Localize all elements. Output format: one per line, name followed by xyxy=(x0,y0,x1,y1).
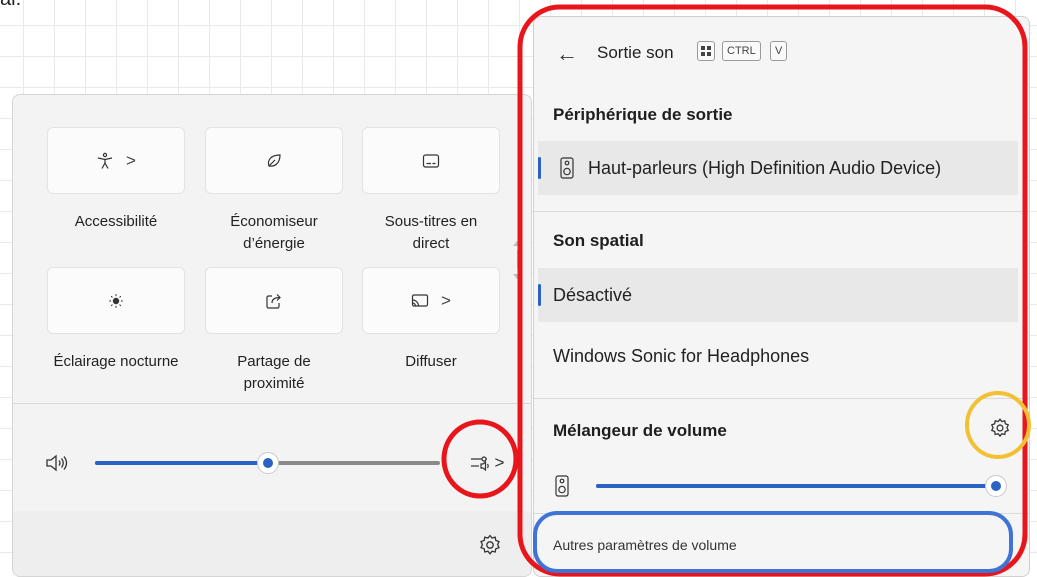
accessibility-tile-button[interactable]: > xyxy=(47,127,185,194)
share-icon xyxy=(266,293,281,309)
night-light-label: Éclairage nocturne xyxy=(53,353,179,370)
app-volume-slider[interactable] xyxy=(596,475,1007,497)
flyout-title: Sortie son xyxy=(597,43,674,62)
output-device-label: Haut-parleurs (High Definition Audio Dev… xyxy=(588,157,942,178)
live-captions-label: Sous-titres en direct xyxy=(384,213,478,252)
sound-output-flyout: ← Sortie son CTRL V Périphérique de sort… xyxy=(533,16,1030,577)
v-key: V xyxy=(770,41,788,61)
background-text: al. xyxy=(0,0,21,11)
more-volume-settings-link[interactable]: Autres paramètres de volume xyxy=(553,537,737,553)
app-volume-slider-thumb[interactable] xyxy=(985,475,1007,497)
output-device-item[interactable]: Haut-parleurs (High Definition Audio Dev… xyxy=(538,141,1018,195)
captions-icon xyxy=(422,153,440,168)
selection-indicator xyxy=(538,157,541,179)
accessibility-icon xyxy=(97,152,113,169)
chevron-right-icon: > xyxy=(126,150,136,170)
spatial-option-label: Windows Sonic for Headphones xyxy=(553,345,810,366)
speaker-device-icon xyxy=(560,157,574,179)
volume-slider-fill xyxy=(95,461,268,465)
energy-saver-label: Économiseur d’énergie xyxy=(230,213,318,252)
night-light-tile-button[interactable] xyxy=(47,267,185,334)
volume-slider[interactable] xyxy=(95,452,440,474)
flyout-header: ← Sortie son CTRL V xyxy=(534,17,1029,87)
nearby-sharing-tile-button[interactable] xyxy=(205,267,343,334)
cast-tile-button[interactable]: > xyxy=(362,267,500,334)
spatial-sound-heading: Son spatial xyxy=(553,231,644,250)
quick-settings-panel: > Accessibilité Économiseur d’énergie So… xyxy=(12,94,532,577)
settings-gear-icon[interactable] xyxy=(478,533,502,557)
energy-saver-tile-button[interactable] xyxy=(205,127,343,194)
chevron-right-icon: > xyxy=(494,453,505,472)
chevron-right-icon: > xyxy=(441,290,451,310)
cast-label: Diffuser xyxy=(405,353,457,370)
windows-key-icon xyxy=(697,41,715,61)
quick-settings-footer xyxy=(13,511,531,576)
speaker-device-icon xyxy=(555,475,569,497)
selection-indicator xyxy=(538,284,541,306)
spatial-option-off[interactable]: Désactivé xyxy=(538,268,1018,322)
mixer-settings-gear-icon[interactable] xyxy=(989,417,1011,439)
speaker-icon[interactable] xyxy=(45,453,69,473)
accessibility-label: Accessibilité xyxy=(74,213,158,230)
output-device-heading: Périphérique de sortie xyxy=(553,105,733,124)
leaf-icon xyxy=(267,153,281,167)
sound-output-button[interactable]: > xyxy=(461,449,513,477)
audio-mixer-icon xyxy=(470,456,489,472)
divider xyxy=(534,211,1029,212)
spatial-option-label: Désactivé xyxy=(553,284,633,305)
volume-mixer-heading: Mélangeur de volume xyxy=(553,421,727,440)
nearby-sharing-label: Partage de proximité xyxy=(237,353,311,392)
divider xyxy=(534,398,1029,399)
back-button[interactable]: ← xyxy=(556,41,578,67)
live-captions-tile-button[interactable] xyxy=(362,127,500,194)
scroll-arrows-icon xyxy=(513,240,523,280)
app-volume-slider-fill xyxy=(596,484,996,488)
ctrl-key: CTRL xyxy=(722,41,761,61)
divider xyxy=(534,513,1029,514)
volume-slider-thumb[interactable] xyxy=(256,452,279,474)
cast-icon xyxy=(411,293,429,307)
volume-row: > xyxy=(13,401,531,511)
spatial-option-windows-sonic[interactable]: Windows Sonic for Headphones xyxy=(538,329,1018,383)
brightness-icon xyxy=(109,293,123,308)
